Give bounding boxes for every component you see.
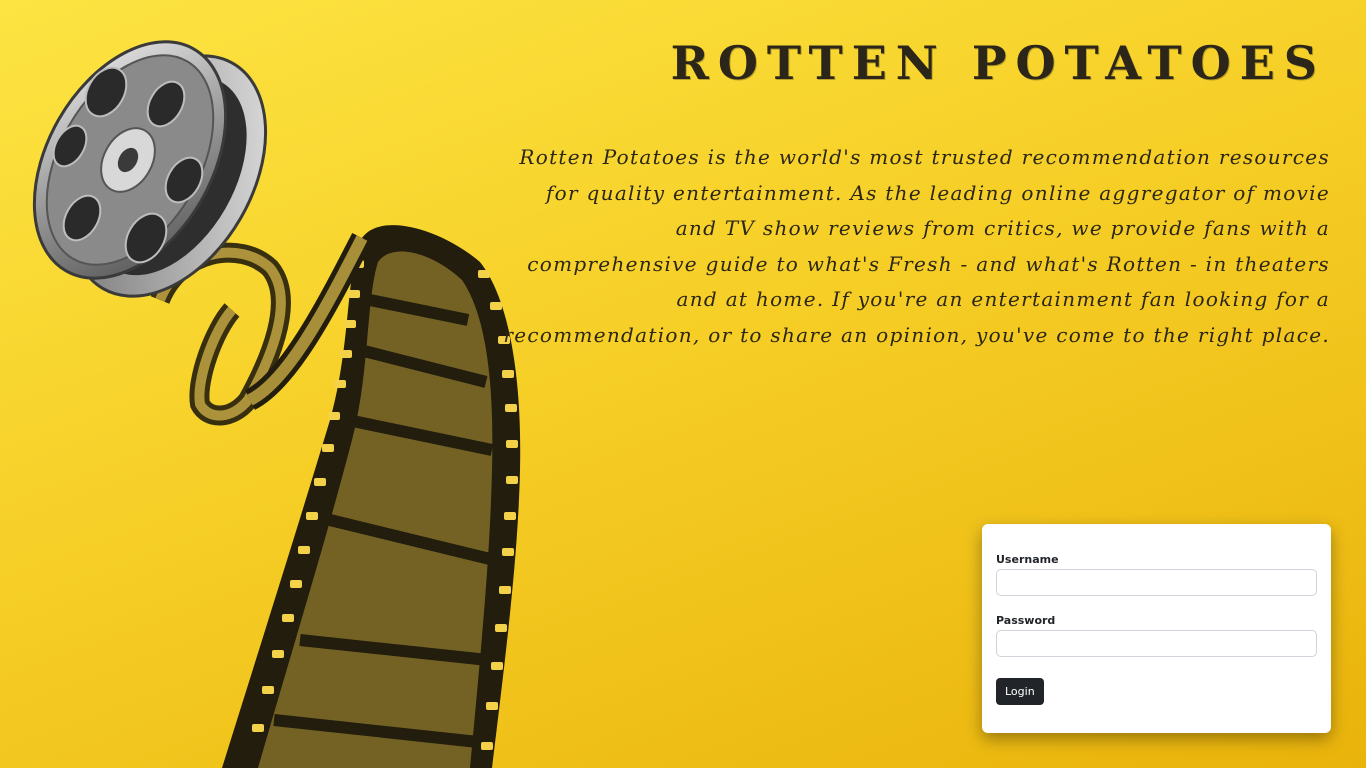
login-button[interactable]: Login: [996, 678, 1044, 705]
password-label: Password: [996, 614, 1056, 627]
username-group: Username: [996, 553, 1317, 596]
film-reel: [32, 40, 268, 298]
username-input[interactable]: [996, 569, 1317, 596]
username-label: Username: [996, 553, 1059, 566]
film-reel-illustration: [32, 40, 521, 768]
password-input[interactable]: [996, 630, 1317, 657]
site-description: Rotten Potatoes is the world's most trus…: [503, 145, 1330, 347]
login-form: Username Password Login: [982, 524, 1331, 733]
site-title: ROTTEN POTATOES: [670, 36, 1326, 90]
film-strip: [150, 225, 521, 768]
password-group: Password: [996, 614, 1317, 657]
